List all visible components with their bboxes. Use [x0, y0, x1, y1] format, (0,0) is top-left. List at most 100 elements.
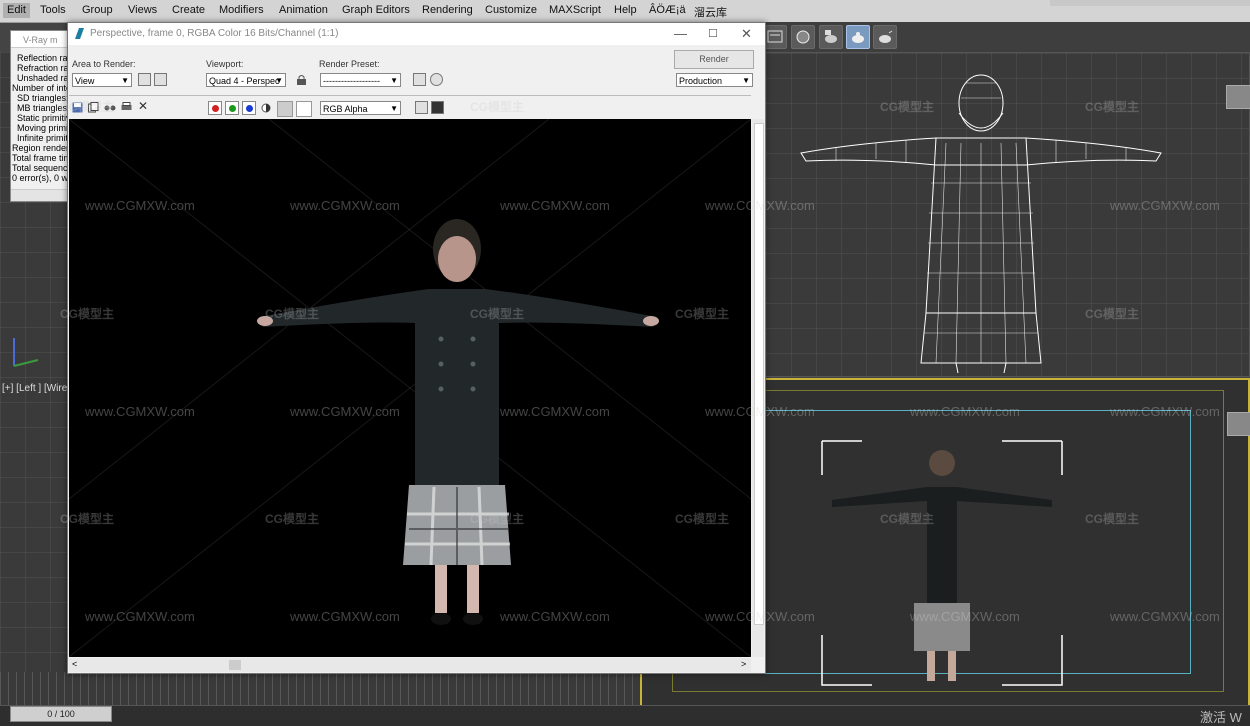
viewcube-icon[interactable] [1226, 85, 1250, 109]
menu-rendering[interactable]: Rendering [422, 4, 473, 16]
watermark-url: www.CGMXW.com [705, 198, 815, 213]
track-bar[interactable] [0, 672, 640, 705]
render-production-button[interactable] [846, 25, 870, 49]
watermark-logo: CG模型主 [880, 100, 935, 114]
red-channel-toggle[interactable] [208, 101, 222, 115]
menu-views[interactable]: Views [128, 4, 157, 16]
scroll-left-icon[interactable]: < [72, 659, 77, 669]
render-setup-icon [767, 30, 783, 43]
clear-color-swatch[interactable] [296, 101, 312, 117]
watermark-logo: CG模型主 [265, 512, 320, 526]
menu-animation[interactable]: Animation [279, 4, 328, 16]
frame-buffer-titlebar: Perspective, frame 0, RGBA Color 16 Bits… [68, 23, 765, 45]
area-to-render-dropdown[interactable]: View ▼ [72, 73, 132, 87]
toolbar-divider [69, 95, 751, 96]
display-toggle-button[interactable] [415, 101, 428, 114]
watermark-logo: CG模型主 [1085, 512, 1140, 526]
frame-buffer-title: Perspective, frame 0, RGBA Color 16 Bits… [90, 28, 339, 39]
menu-group[interactable]: Group [82, 4, 113, 16]
menu-plugin[interactable]: ÂÖÆ¡ä [649, 4, 686, 16]
watermark-url: www.CGMXW.com [910, 404, 1020, 419]
chevron-down-icon: ▼ [121, 76, 129, 85]
teapot-render-icon [825, 30, 837, 43]
close-icon[interactable]: ✕ [741, 26, 752, 42]
teapot-icon [852, 32, 864, 43]
vray-log-hscrollbar[interactable] [11, 189, 69, 201]
watermark-logo: CG模型主 [60, 100, 115, 114]
watermark-url: www.CGMXW.com [500, 404, 610, 419]
environment-icon[interactable] [430, 73, 443, 86]
lock-icon[interactable] [296, 74, 307, 86]
watermark-logo: CG模型主 [470, 512, 525, 526]
chevron-down-icon: ▼ [390, 104, 398, 113]
menu-create[interactable]: Create [172, 4, 205, 16]
edit-region-button[interactable] [138, 73, 151, 86]
blue-channel-icon [246, 105, 253, 112]
area-to-render-label: Area to Render: [72, 59, 136, 69]
viewcube-persp-icon[interactable] [1227, 412, 1250, 436]
watermark-url: www.CGMXW.com [1110, 609, 1220, 624]
log-line: Number of inters [12, 83, 69, 93]
channel-dropdown[interactable]: RGB Alpha ▼ [320, 101, 401, 115]
monochrome-toggle[interactable] [277, 101, 293, 117]
render-frame-button[interactable] [819, 25, 843, 49]
render-button[interactable]: Render [674, 50, 754, 69]
watermark-url: www.CGMXW.com [500, 198, 610, 213]
area-to-render-value: View [75, 76, 95, 86]
app-logo-icon [75, 28, 84, 39]
menu-help[interactable]: Help [614, 4, 637, 16]
log-line: 0 error(s), 0 warn [12, 173, 69, 183]
menu-edit[interactable]: Edit [3, 3, 30, 18]
material-editor-button[interactable] [791, 25, 815, 49]
red-channel-icon [212, 105, 219, 112]
watermark-logo: CG模型主 [470, 100, 525, 114]
watermark-url: www.CGMXW.com [85, 609, 195, 624]
horizontal-scroll-thumb[interactable] [229, 660, 241, 670]
scroll-right-icon[interactable]: > [741, 659, 746, 669]
render-preset-dropdown[interactable]: ------------------- ▼ [320, 73, 401, 87]
clear-icon[interactable]: ✕ [138, 99, 148, 113]
alpha-channel-icon[interactable] [261, 103, 271, 113]
material-sphere-icon [796, 30, 810, 44]
watermark-url: www.CGMXW.com [290, 609, 400, 624]
log-line: Moving primitiv [17, 123, 69, 133]
menu-modifiers[interactable]: Modifiers [219, 4, 264, 16]
production-dropdown[interactable]: Production ▼ [676, 73, 753, 87]
log-line: Unshaded rays [17, 73, 69, 83]
time-slider[interactable]: 0 / 100 [10, 706, 112, 722]
menu-cloud-library[interactable]: 溜云库 [694, 4, 727, 20]
green-channel-toggle[interactable] [225, 101, 239, 115]
watermark-url: www.CGMXW.com [290, 198, 400, 213]
watermark-url: www.CGMXW.com [705, 609, 815, 624]
menu-maxscript[interactable]: MAXScript [549, 4, 601, 16]
wireframe-model [800, 74, 1162, 374]
minimize-icon[interactable]: — [674, 26, 687, 41]
viewport-dropdown[interactable]: Quad 4 - Perspec ▼ [206, 73, 286, 87]
viewport-front[interactable] [765, 52, 1250, 377]
watermark-url: www.CGMXW.com [705, 404, 815, 419]
render-setup-button[interactable] [763, 25, 787, 49]
log-line: Total sequence [12, 163, 70, 173]
windows-activation-text: 激活 W [1200, 710, 1242, 725]
print-icon[interactable] [121, 102, 132, 113]
display-alpha-button[interactable] [431, 101, 444, 114]
menu-graph-editors[interactable]: Graph Editors [342, 4, 410, 16]
maximize-icon[interactable]: ☐ [708, 27, 718, 40]
watermark-url: www.CGMXW.com [1110, 404, 1220, 419]
title-strip [1050, 0, 1250, 6]
main-toolbar [760, 22, 1250, 53]
auto-region-button[interactable] [154, 73, 167, 86]
watermark-logo: CG模型主 [265, 307, 320, 321]
menu-tools[interactable]: Tools [40, 4, 66, 16]
watermark-url: www.CGMXW.com [910, 609, 1020, 624]
watermark-logo: CG模型主 [470, 307, 525, 321]
channel-value: RGB Alpha [323, 104, 368, 114]
timeline-bar [0, 705, 1250, 726]
render-iterative-button[interactable] [873, 25, 897, 49]
blue-channel-toggle[interactable] [242, 101, 256, 115]
render-setup-icon-button[interactable] [413, 73, 426, 86]
menu-customize[interactable]: Customize [485, 4, 537, 16]
horizontal-scrollbar[interactable]: < > [69, 658, 751, 672]
viewport-left-label[interactable]: [+] [Left ] [Wirefr [2, 383, 73, 394]
vray-log-window[interactable]: V-Ray m Reflection rays Refraction rays … [10, 30, 70, 202]
